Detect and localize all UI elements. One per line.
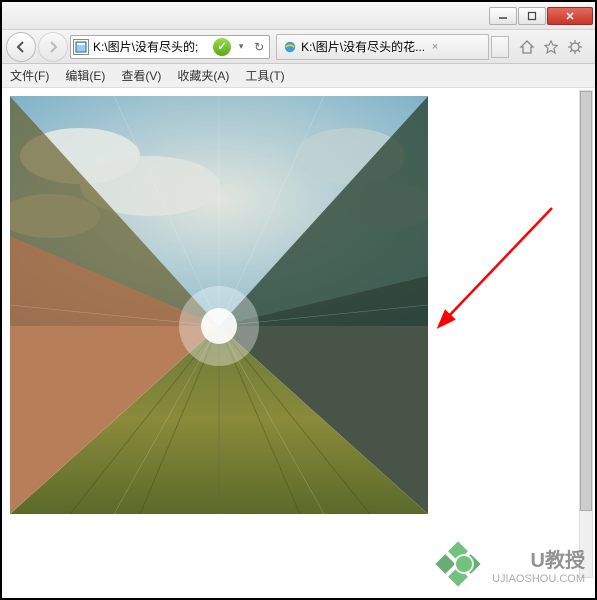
- menu-file[interactable]: 文件(F): [10, 67, 49, 84]
- gear-icon[interactable]: [567, 39, 583, 55]
- watermark: U教授 UJIAOSHOU.COM: [434, 540, 585, 588]
- page-icon: [73, 39, 89, 55]
- content-area: [2, 88, 595, 598]
- watermark-brand: U教授: [492, 544, 585, 573]
- minimize-button[interactable]: [489, 7, 517, 25]
- maximize-icon: [527, 11, 537, 21]
- vertical-scrollbar[interactable]: [579, 90, 593, 578]
- window-titlebar: [2, 2, 595, 30]
- favorites-star-icon[interactable]: [543, 39, 559, 55]
- annotation-arrow: [432, 188, 582, 358]
- address-bar[interactable]: K:\图片\没有尽头的; ✓ ▾ ↻: [70, 35, 270, 59]
- scrollbar-thumb[interactable]: [580, 91, 592, 511]
- back-arrow-icon: [14, 40, 28, 54]
- refresh-button[interactable]: ↻: [251, 39, 267, 55]
- toolbar-icons: [511, 39, 591, 55]
- minimize-icon: [498, 11, 508, 21]
- menu-edit[interactable]: 编辑(E): [65, 67, 105, 84]
- address-dropdown[interactable]: ▾: [233, 39, 249, 55]
- close-button[interactable]: [547, 7, 593, 25]
- browser-tab[interactable]: K:\图片\没有尽头的花... ×: [276, 34, 489, 60]
- tab-strip: K:\图片\没有尽头的花... ×: [276, 34, 509, 60]
- forward-arrow-icon: [46, 40, 60, 54]
- navigation-bar: K:\图片\没有尽头的; ✓ ▾ ↻ K:\图片\没有尽头的花... ×: [2, 30, 595, 64]
- tab-close-button[interactable]: ×: [429, 41, 441, 53]
- watermark-logo-icon: [434, 540, 482, 588]
- menu-bar: 文件(F) 编辑(E) 查看(V) 收藏夹(A) 工具(T): [2, 64, 595, 88]
- menu-favorites[interactable]: 收藏夹(A): [177, 67, 229, 84]
- ie-icon: [283, 40, 297, 54]
- watermark-text: U教授 UJIAOSHOU.COM: [492, 544, 585, 585]
- new-tab-button[interactable]: [491, 36, 509, 58]
- displayed-image: [10, 96, 428, 514]
- back-button[interactable]: [6, 32, 36, 62]
- forward-button[interactable]: [38, 32, 68, 62]
- home-icon[interactable]: [519, 39, 535, 55]
- menu-tools[interactable]: 工具(T): [245, 67, 284, 84]
- menu-view[interactable]: 查看(V): [121, 67, 161, 84]
- maximize-button[interactable]: [518, 7, 546, 25]
- close-icon: [565, 11, 575, 21]
- tab-title: K:\图片\没有尽头的花...: [301, 38, 425, 55]
- address-text: K:\图片\没有尽头的;: [93, 38, 213, 55]
- qq-guard-icon[interactable]: ✓: [213, 38, 231, 56]
- watermark-url: UJIAOSHOU.COM: [492, 573, 585, 585]
